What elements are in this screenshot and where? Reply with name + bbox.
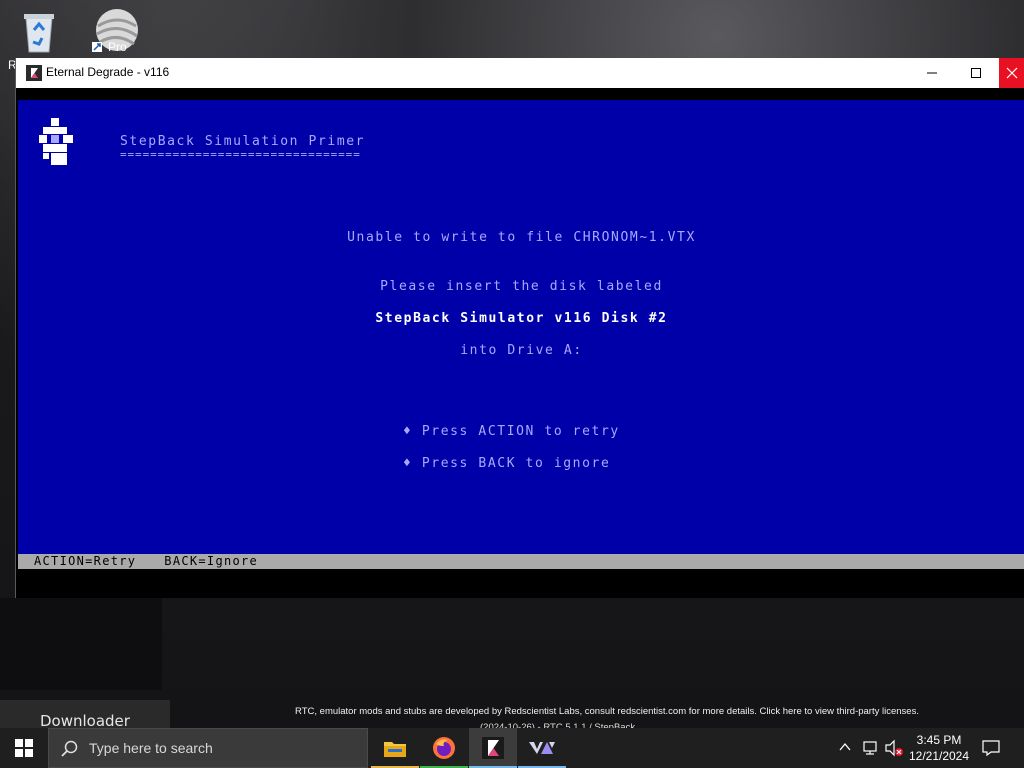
- maximize-button[interactable]: [953, 58, 999, 88]
- eternal-degrade-icon: [26, 65, 42, 81]
- chevron-up-icon[interactable]: [838, 740, 852, 754]
- eternal-degrade-icon: [482, 737, 504, 759]
- taskbar-vortex[interactable]: [518, 728, 566, 768]
- emulator-border: [16, 88, 1024, 100]
- status-ignore-hint: BACK=Ignore: [164, 554, 259, 568]
- retry-option[interactable]: ♦ Press ACTION to retry: [403, 424, 620, 439]
- network-icon[interactable]: [862, 739, 880, 757]
- taskbar-firefox[interactable]: [420, 728, 468, 768]
- search-placeholder[interactable]: Type here to search: [89, 740, 213, 756]
- error-message: Unable to write to file CHRONOM~1.VTX: [347, 230, 696, 245]
- taskbar-file-explorer[interactable]: [371, 728, 419, 768]
- stepback-logo-icon: [34, 118, 78, 170]
- close-icon: [1006, 67, 1018, 79]
- volume-muted-icon[interactable]: [884, 739, 904, 757]
- license-notice[interactable]: RTC, emulator mods and stubs are develop…: [190, 706, 1024, 717]
- emulator-heading: StepBack Simulation Primer: [120, 134, 366, 149]
- app-window: Eternal Degrade - v116 StepBack Simulati…: [15, 58, 1024, 598]
- heading-underline: ================================: [120, 148, 361, 161]
- windows-logo-icon: [15, 739, 33, 757]
- clock-date[interactable]: 12/21/2024: [906, 749, 972, 763]
- maximize-icon: [971, 68, 981, 78]
- close-button[interactable]: [999, 58, 1024, 88]
- ignore-option[interactable]: ♦ Press BACK to ignore: [403, 456, 610, 471]
- start-button[interactable]: [0, 728, 48, 768]
- globe-pro-badge: Pro: [108, 40, 127, 54]
- search-icon: [61, 740, 78, 757]
- minimize-button[interactable]: [909, 58, 955, 88]
- taskbar-search-box[interactable]: Type here to search: [48, 728, 368, 768]
- taskbar: Type here to search 3:45 PM 12/21/2024: [0, 728, 1024, 768]
- disk-label: StepBack Simulator v116 Disk #2: [375, 311, 668, 326]
- recycle-bin-icon[interactable]: [12, 4, 66, 58]
- notification-icon[interactable]: [982, 739, 1000, 757]
- minimize-icon: [927, 72, 937, 74]
- folder-icon: [384, 742, 406, 757]
- emulator-screen[interactable]: StepBack Simulation Primer =============…: [18, 100, 1024, 554]
- clock-time[interactable]: 3:45 PM: [906, 733, 972, 747]
- background-panel: [0, 598, 162, 690]
- vortex-icon: [529, 742, 555, 754]
- emulator-bottom-border: [16, 569, 1024, 598]
- drive-message: into Drive A:: [460, 343, 583, 358]
- emulator-statusbar: ACTION=Retry BACK=Ignore: [18, 554, 1024, 569]
- status-retry-hint: ACTION=Retry: [34, 554, 137, 568]
- window-titlebar[interactable]: Eternal Degrade - v116: [16, 58, 1024, 88]
- window-title: Eternal Degrade - v116: [46, 65, 170, 79]
- insert-disk-message: Please insert the disk labeled: [380, 279, 663, 294]
- firefox-icon: [433, 737, 455, 759]
- taskbar-eternal-degrade[interactable]: [469, 728, 517, 768]
